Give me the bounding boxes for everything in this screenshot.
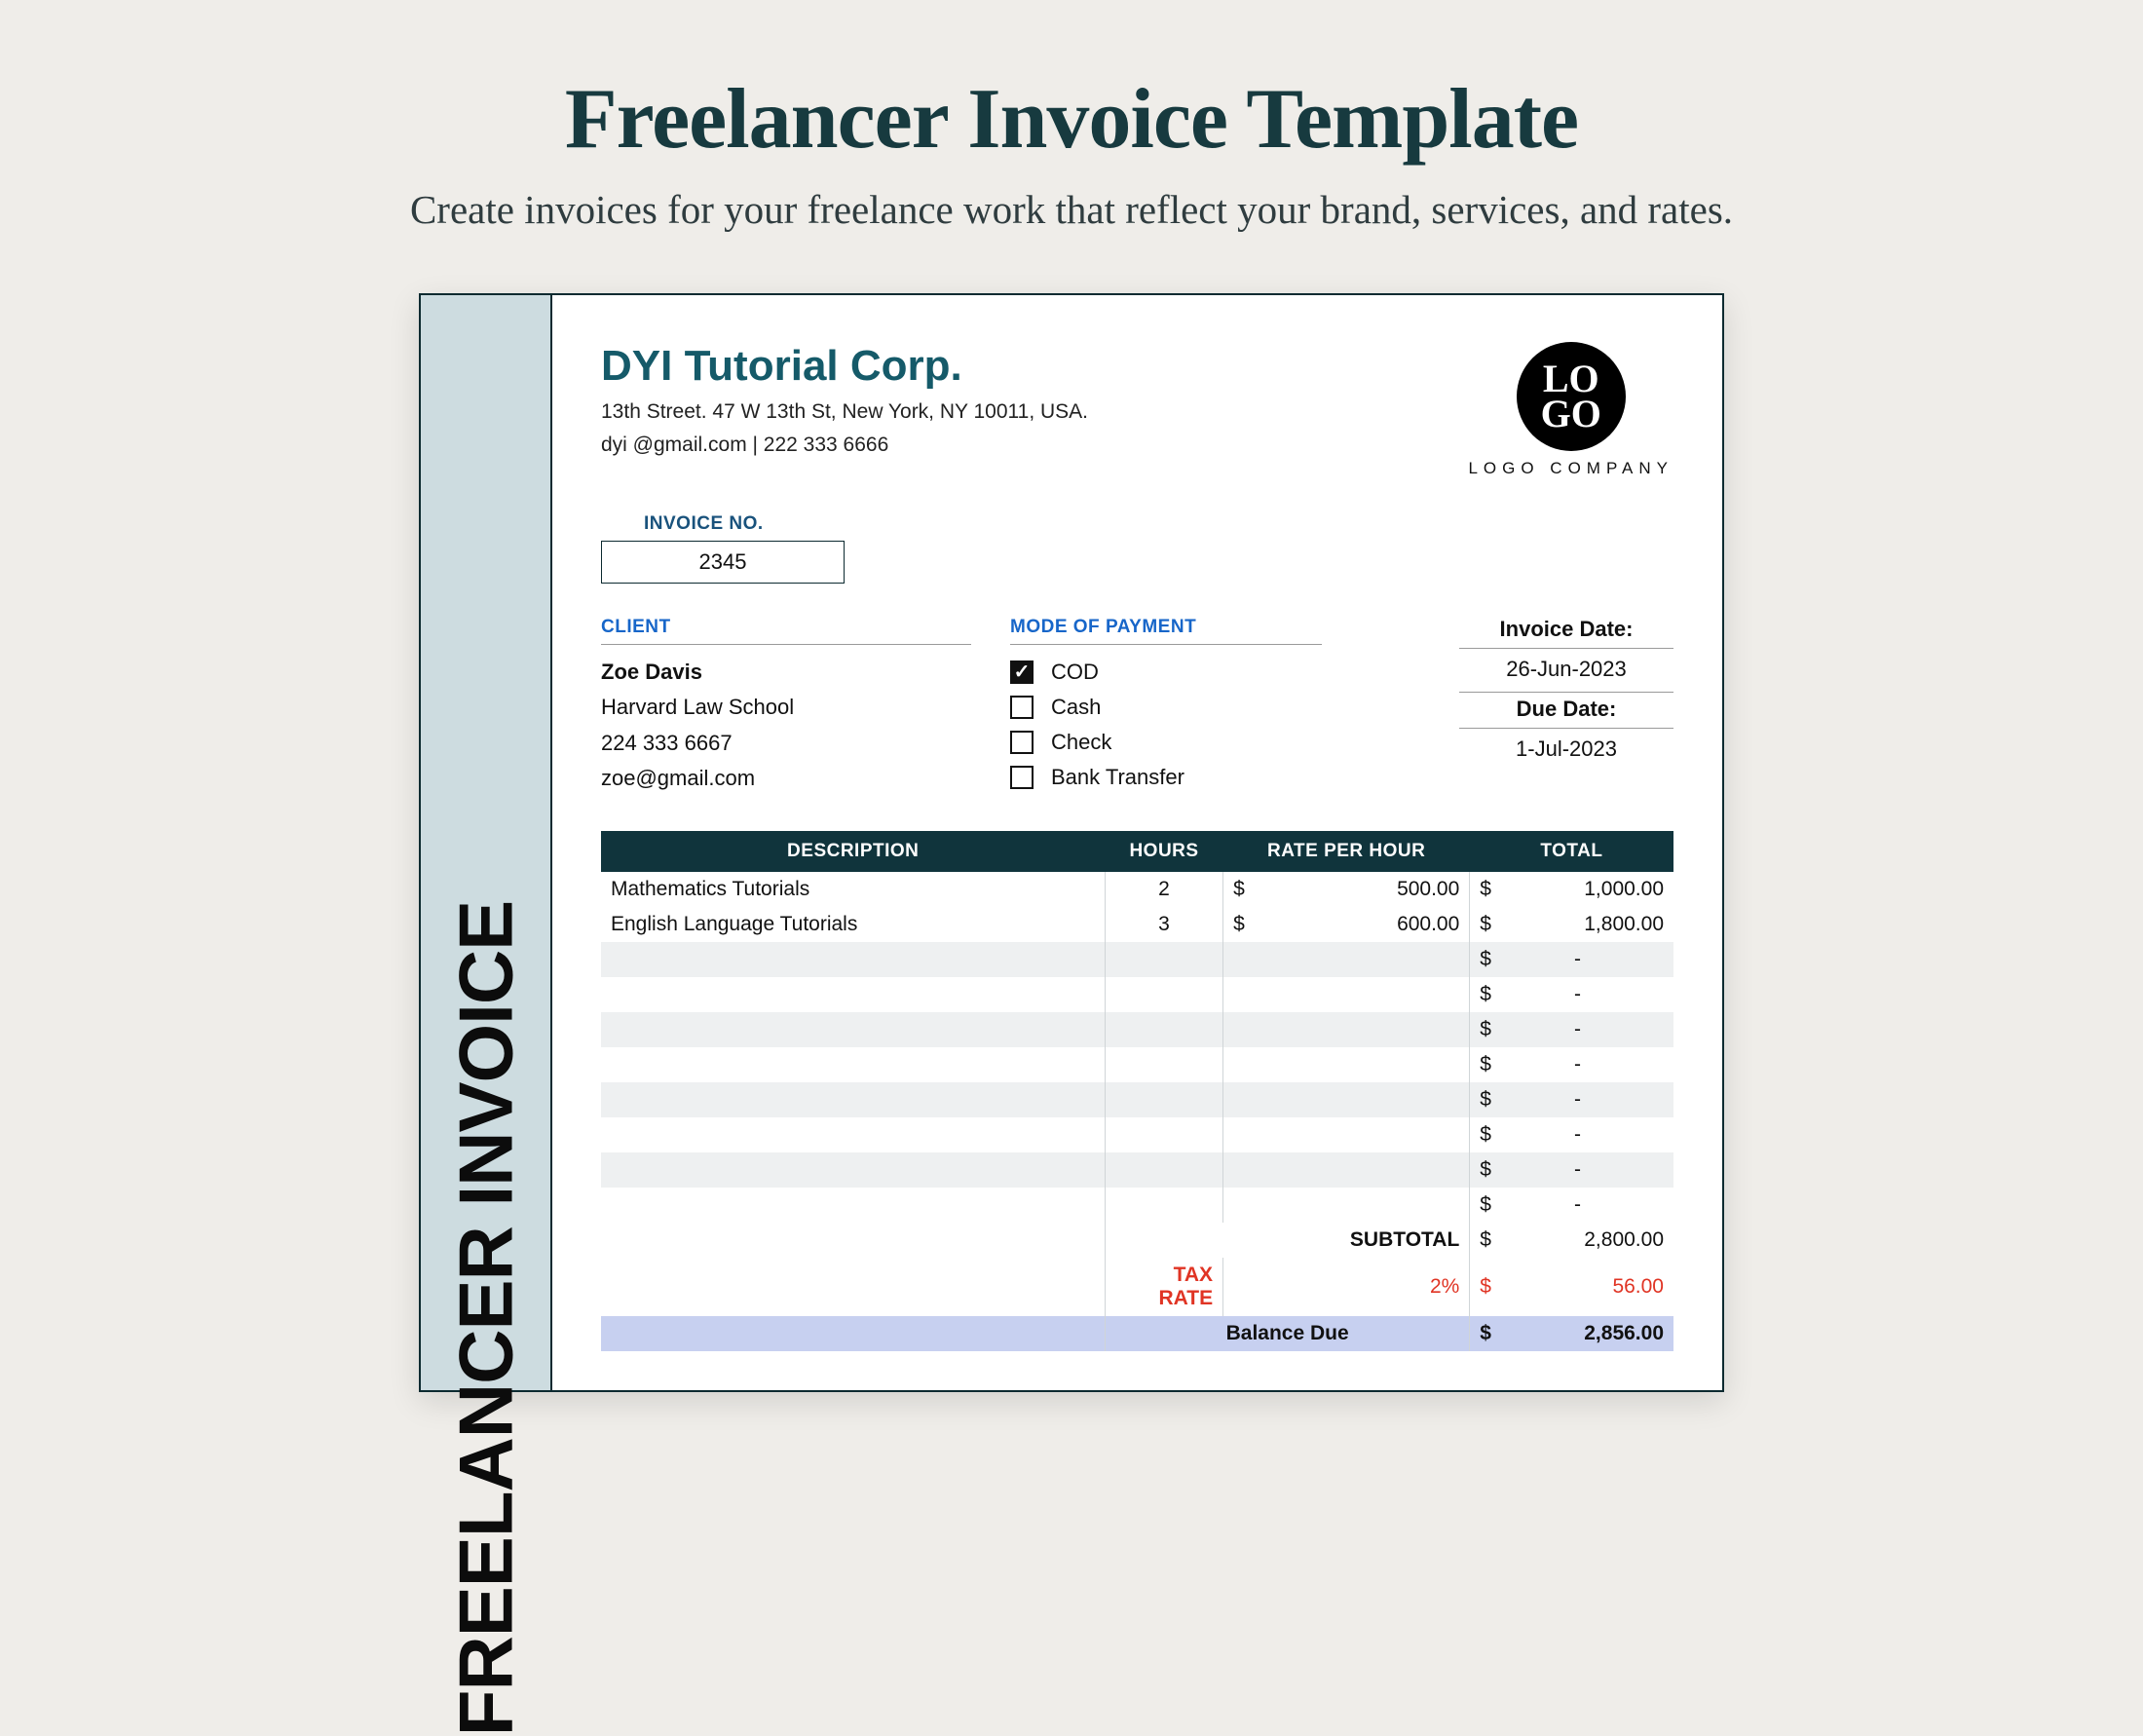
balance-label: Balance Due [1105,1316,1469,1351]
payment-option[interactable]: Check [1010,725,1322,760]
balance-value: $2,856.00 [1470,1316,1673,1351]
table-row: $- [601,1117,1673,1152]
cell-description [601,1188,1105,1223]
due-date-label: Due Date: [1459,697,1673,729]
cell-hours [1105,977,1222,1012]
cell-description: English Language Tutorials [601,907,1105,942]
table-row: $- [601,977,1673,1012]
client-org: Harvard Law School [601,690,971,725]
table-row: $- [601,1012,1673,1047]
cell-hours [1105,942,1222,977]
client-phone: 224 333 6667 [601,726,971,761]
logo-icon: LO GO [1517,342,1626,451]
items-table: DESCRIPTION HOURS RATE PER HOUR TOTAL Ma… [601,831,1673,1351]
invoice-no-value: 2345 [601,541,845,584]
client-email: zoe@gmail.com [601,761,971,796]
cell-total: $- [1470,1082,1673,1117]
cell-rate: $500.00 [1223,872,1470,907]
tax-value: $56.00 [1470,1258,1673,1316]
tax-label: TAX RATE [1105,1258,1222,1316]
payment-option[interactable]: ✓ COD [1010,655,1322,690]
payment-option-label: COD [1051,655,1099,690]
checkbox-icon[interactable]: ✓ [1010,660,1034,684]
subtotal-label: SUBTOTAL [1105,1223,1469,1258]
payment-option-label: Cash [1051,690,1101,725]
page-title: Freelancer Invoice Template [0,70,2143,169]
cell-description [601,1117,1105,1152]
cell-hours [1105,1188,1222,1223]
cell-total: $- [1470,1188,1673,1223]
cell-description [601,977,1105,1012]
payment-options: ✓ CODCashCheckBank Transfer [1010,655,1322,795]
payment-label: MODE OF PAYMENT [1010,617,1322,645]
cell-hours [1105,1082,1222,1117]
cell-total: $1,000.00 [1470,872,1673,907]
cell-hours: 3 [1105,907,1222,942]
table-row: $- [601,1082,1673,1117]
cell-rate [1223,1152,1470,1188]
table-row: $- [601,942,1673,977]
cell-hours [1105,1047,1222,1082]
cell-rate: $600.00 [1223,907,1470,942]
due-date-value: 1-Jul-2023 [1459,729,1673,772]
cell-total: $1,800.00 [1470,907,1673,942]
th-rate: RATE PER HOUR [1223,831,1470,872]
logo-block: LO GO LOGO COMPANY [1468,342,1673,478]
table-row: English Language Tutorials3$600.00$1,800… [601,907,1673,942]
payment-option[interactable]: Cash [1010,690,1322,725]
cell-rate [1223,1012,1470,1047]
cell-description [601,1012,1105,1047]
tax-pct: 2% [1223,1258,1470,1316]
cell-rate [1223,942,1470,977]
checkbox-icon[interactable] [1010,696,1034,719]
cell-rate [1223,1082,1470,1117]
th-description: DESCRIPTION [601,831,1105,872]
side-rail: FREELANCER INVOICE [421,295,552,1390]
cell-total: $- [1470,977,1673,1012]
th-hours: HOURS [1105,831,1222,872]
invoice-document: FREELANCER INVOICE DYI Tutorial Corp. 13… [419,293,1724,1392]
cell-total: $- [1470,1117,1673,1152]
table-row: Mathematics Tutorials2$500.00$1,000.00 [601,872,1673,907]
cell-hours [1105,1012,1222,1047]
table-row: $- [601,1188,1673,1223]
logo-caption: LOGO COMPANY [1468,459,1673,478]
table-row: $- [601,1152,1673,1188]
invoice-date-label: Invoice Date: [1459,617,1673,649]
invoice-no-label: INVOICE NO. [644,513,1673,535]
cell-description [601,1082,1105,1117]
company-contact: dyi @gmail.com | 222 333 6666 [601,434,1088,457]
payment-option-label: Bank Transfer [1051,760,1184,795]
cell-total: $- [1470,1012,1673,1047]
cell-hours [1105,1117,1222,1152]
cell-total: $- [1470,1152,1673,1188]
payment-option-label: Check [1051,725,1111,760]
side-rail-label: FREELANCER INVOICE [441,901,530,1736]
table-row: $- [601,1047,1673,1082]
checkbox-icon[interactable] [1010,766,1034,789]
cell-rate [1223,1117,1470,1152]
checkbox-icon[interactable] [1010,731,1034,754]
subtotal-value: $2,800.00 [1470,1223,1673,1258]
cell-description [601,942,1105,977]
th-total: TOTAL [1470,831,1673,872]
cell-rate [1223,977,1470,1012]
client-label: CLIENT [601,617,971,645]
cell-hours [1105,1152,1222,1188]
cell-total: $- [1470,1047,1673,1082]
company-name: DYI Tutorial Corp. [601,342,1088,391]
cell-description: Mathematics Tutorials [601,872,1105,907]
cell-rate [1223,1188,1470,1223]
cell-rate [1223,1047,1470,1082]
cell-description [601,1152,1105,1188]
cell-total: $- [1470,942,1673,977]
client-name: Zoe Davis [601,655,971,690]
company-address: 13th Street. 47 W 13th St, New York, NY … [601,400,1088,424]
page-subtitle: Create invoices for your freelance work … [0,186,2143,233]
payment-option[interactable]: Bank Transfer [1010,760,1322,795]
cell-description [601,1047,1105,1082]
cell-hours: 2 [1105,872,1222,907]
company-block: DYI Tutorial Corp. 13th Street. 47 W 13t… [601,342,1088,457]
invoice-date-value: 26-Jun-2023 [1459,649,1673,693]
